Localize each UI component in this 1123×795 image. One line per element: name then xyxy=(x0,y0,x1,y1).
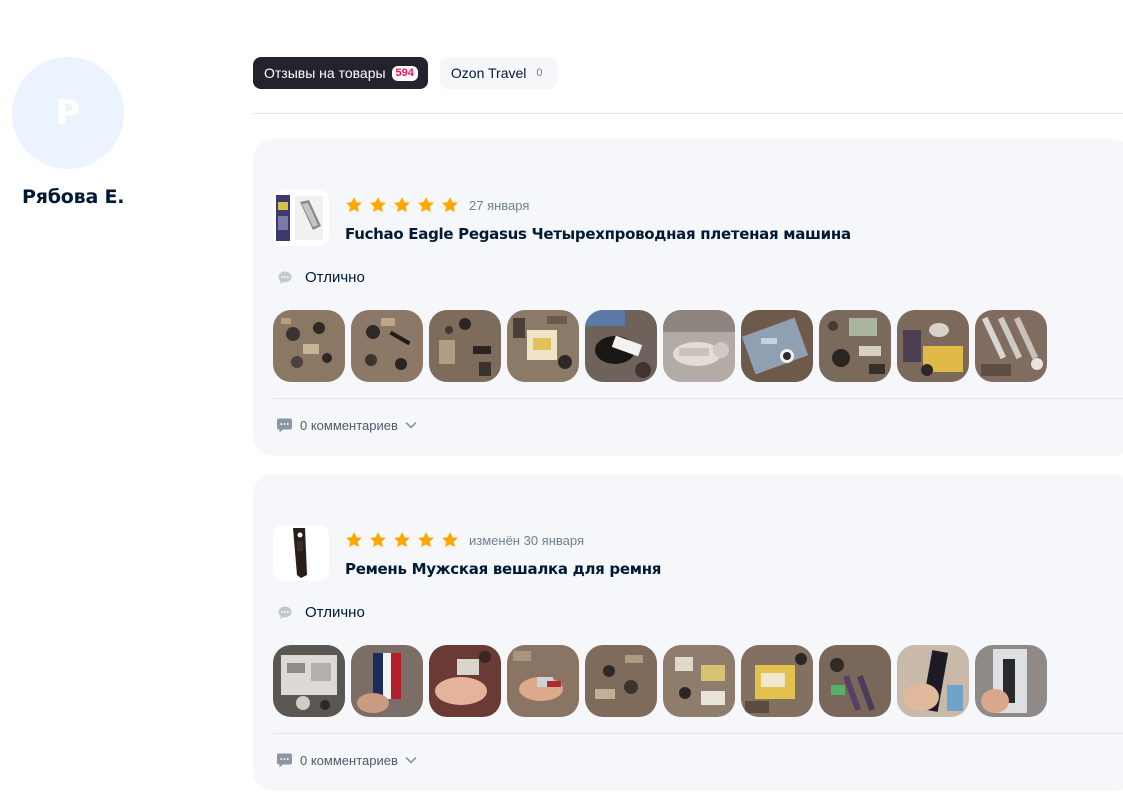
tab-ozon-travel[interactable]: Ozon Travel 0 xyxy=(439,57,557,89)
review-photo[interactable] xyxy=(585,310,657,382)
product-image xyxy=(273,525,329,581)
review-photo[interactable] xyxy=(585,645,657,717)
review-photo[interactable] xyxy=(897,310,969,382)
speech-bubble-icon xyxy=(277,753,292,768)
star-icon xyxy=(394,197,410,213)
tab-count-badge: 0 xyxy=(536,66,543,79)
star-icon xyxy=(370,532,386,548)
speech-bubble-icon xyxy=(277,418,292,433)
user-profile: Р xyxy=(12,57,126,169)
review-photo[interactable] xyxy=(663,310,735,382)
comments-toggle[interactable]: 0 комментариев xyxy=(276,417,418,433)
card-divider xyxy=(273,398,1123,399)
product-thumbnail[interactable] xyxy=(273,190,329,246)
rating-stars xyxy=(344,530,460,550)
review-tabs: Отзывы на товары 594 Ozon Travel 0 xyxy=(253,57,557,89)
product-thumbnail[interactable] xyxy=(273,525,329,581)
star-icon xyxy=(418,532,434,548)
star-icon xyxy=(346,532,362,548)
review-body: Отлично xyxy=(277,604,365,621)
tab-label: Ozon Travel xyxy=(450,65,527,81)
review-photo[interactable] xyxy=(507,310,579,382)
review-photo[interactable] xyxy=(663,645,735,717)
review-photo[interactable] xyxy=(741,310,813,382)
tabs-divider xyxy=(253,113,1123,114)
comments-toggle[interactable]: 0 комментариев xyxy=(276,752,418,768)
review-photo[interactable] xyxy=(897,645,969,717)
review-photo[interactable] xyxy=(819,645,891,717)
review-photo[interactable] xyxy=(819,310,891,382)
review-photo[interactable] xyxy=(351,310,423,382)
star-icon xyxy=(418,197,434,213)
product-image xyxy=(273,190,329,246)
review-body: Отлично xyxy=(277,269,365,286)
avatar: Р xyxy=(12,57,124,169)
review-card: изменён 30 января Ремень Мужская вешалка… xyxy=(253,474,1123,791)
review-photo[interactable] xyxy=(975,310,1047,382)
review-text: Отлично xyxy=(305,269,365,286)
user-name: Рябова Е. xyxy=(22,186,125,208)
avatar-letter: Р xyxy=(55,93,81,133)
review-date: изменён 30 января xyxy=(469,533,584,548)
review-photo[interactable] xyxy=(741,645,813,717)
review-photo[interactable] xyxy=(273,310,345,382)
review-photo[interactable] xyxy=(507,645,579,717)
review-photo[interactable] xyxy=(273,645,345,717)
star-icon xyxy=(442,532,458,548)
tab-label: Отзывы на товары xyxy=(264,65,386,81)
tab-count-badge: 594 xyxy=(391,65,418,81)
review-photo[interactable] xyxy=(351,645,423,717)
speech-bubble-icon xyxy=(278,606,292,619)
review-card: 27 января Fuchao Eagle Pegasus Четырехпр… xyxy=(253,139,1123,456)
review-photos xyxy=(273,645,1047,717)
star-icon xyxy=(442,197,458,213)
rating-stars xyxy=(344,195,460,215)
star-icon xyxy=(370,197,386,213)
card-divider xyxy=(273,733,1123,734)
star-icon xyxy=(394,532,410,548)
comments-count-label: 0 комментариев xyxy=(300,417,398,433)
speech-bubble-icon xyxy=(278,271,292,284)
product-title[interactable]: Ремень Мужская вешалка для ремня xyxy=(345,560,661,578)
review-text: Отлично xyxy=(305,604,365,621)
review-photo[interactable] xyxy=(429,310,501,382)
review-photo[interactable] xyxy=(429,645,501,717)
product-title[interactable]: Fuchao Eagle Pegasus Четырехпроводная пл… xyxy=(345,225,851,243)
chevron-down-icon xyxy=(405,757,417,764)
review-photo[interactable] xyxy=(975,645,1047,717)
review-photos xyxy=(273,310,1047,382)
tab-product-reviews[interactable]: Отзывы на товары 594 xyxy=(253,57,428,89)
comments-count-label: 0 комментариев xyxy=(300,752,398,768)
star-icon xyxy=(346,197,362,213)
chevron-down-icon xyxy=(405,422,417,429)
review-date: 27 января xyxy=(469,198,530,213)
